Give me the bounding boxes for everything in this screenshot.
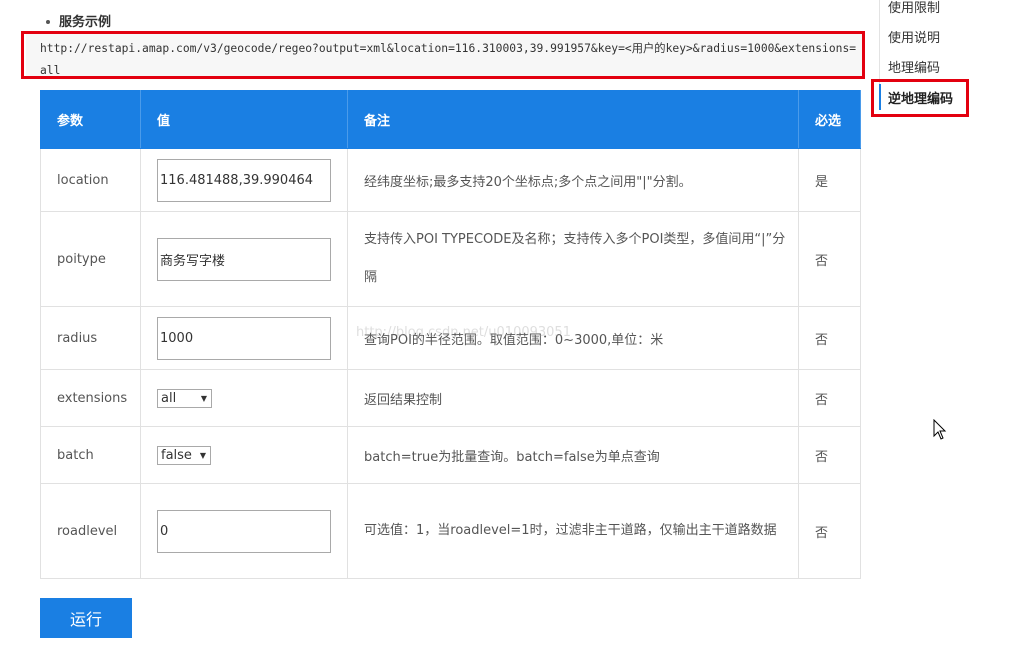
batch-select-value: false	[161, 447, 192, 463]
watermark: http://blog.csdn.net/u010093051	[356, 325, 571, 340]
note-cell: batch=true为批量查询。batch=false为单点查询	[347, 426, 799, 484]
poitype-input[interactable]	[157, 237, 331, 281]
table-row-poitype: poitype 支持传入POI TYPECODE及名称；支持传入多个POI类型，…	[40, 211, 861, 307]
batch-select[interactable]: false ▼	[157, 445, 211, 465]
header-note: 备注	[347, 90, 799, 149]
required-cell: 否	[798, 426, 861, 484]
extensions-select[interactable]: all ▼	[157, 388, 212, 408]
param-cell: roadlevel	[40, 483, 141, 579]
param-cell: extensions	[40, 369, 141, 427]
bullet-icon	[46, 19, 50, 24]
sidebar-item-geocoding[interactable]: 地理编码	[888, 57, 940, 76]
param-cell: batch	[40, 426, 141, 484]
param-cell: poitype	[40, 211, 141, 307]
run-button[interactable]: 运行	[40, 598, 132, 638]
param-cell: radius	[40, 306, 141, 370]
required-cell: 否	[798, 306, 861, 370]
table-row-batch: batch false ▼ batch=true为批量查询。batch=fals…	[40, 426, 861, 484]
table-row-location: location 经纬度坐标;最多支持20个坐标点;多个点之间用"|"分割。 是	[40, 148, 861, 212]
required-cell: 否	[798, 369, 861, 427]
sidebar-item-usage-notes[interactable]: 使用说明	[888, 27, 940, 46]
mouse-cursor-icon	[933, 419, 947, 440]
location-input[interactable]	[157, 158, 331, 202]
note-cell: 支持传入POI TYPECODE及名称；支持传入多个POI类型，多值间用“|”分…	[347, 211, 799, 307]
note-cell: 可选值：1，当roadlevel=1时，过滤非主干道路，仅输出主干道路数据	[347, 483, 799, 579]
header-param: 参数	[40, 90, 141, 149]
highlight-box-sidebar	[871, 79, 969, 117]
required-cell: 否	[798, 483, 861, 579]
extensions-select-value: all	[161, 390, 177, 406]
param-cell: location	[40, 148, 141, 212]
sidebar-item-usage-limits[interactable]: 使用限制	[888, 0, 940, 16]
note-cell: 返回结果控制	[347, 369, 799, 427]
highlight-box-url	[21, 31, 865, 79]
header-value: 值	[140, 90, 348, 149]
table-row-extensions: extensions all ▼ 返回结果控制 否	[40, 369, 861, 427]
dropdown-arrow-icon: ▼	[199, 450, 206, 460]
table-row-roadlevel: roadlevel 可选值：1，当roadlevel=1时，过滤非主干道路，仅输…	[40, 483, 861, 579]
section-title-text: 服务示例	[59, 15, 112, 30]
required-cell: 否	[798, 211, 861, 307]
section-title: 服务示例	[46, 11, 111, 30]
note-cell: 经纬度坐标;最多支持20个坐标点;多个点之间用"|"分割。	[347, 148, 799, 212]
header-required: 必选	[798, 90, 861, 149]
roadlevel-input[interactable]	[157, 509, 331, 553]
radius-input[interactable]	[157, 316, 331, 360]
required-cell: 是	[798, 148, 861, 212]
dropdown-arrow-icon: ▼	[200, 393, 207, 403]
table-header-row: 参数 值 备注 必选	[40, 90, 861, 149]
